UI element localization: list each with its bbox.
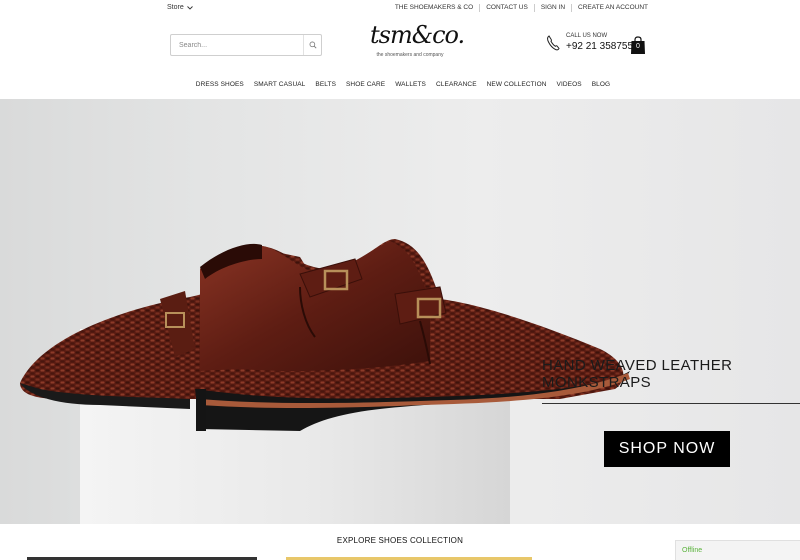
hero-title: HAND WEAVED LEATHER MONKSTRAPS [542,357,733,391]
link-shoemakers[interactable]: THE SHOEMAKERS & CO [389,4,479,12]
nav-item-dress-shoes[interactable]: DRESS SHOES [191,81,249,88]
link-contact-us[interactable]: CONTACT US [479,4,534,12]
search-box [170,34,322,56]
nav-item-videos[interactable]: VIDEOS [552,81,587,88]
logo-tagline: the shoemakers and company [376,52,444,58]
store-selector[interactable]: Store [167,4,193,11]
hero-banner[interactable]: HAND WEAVED LEATHER MONKSTRAPS SHOP NOW [0,99,800,524]
search-icon [309,41,317,49]
nav-item-clearance[interactable]: CLEARANCE [431,81,482,88]
phone-icon [547,34,560,50]
nav-item-shoe-care[interactable]: SHOE CARE [341,81,390,88]
cart-button[interactable]: 0 [630,36,646,55]
shop-now-button[interactable]: SHOP NOW [604,431,730,467]
nav-item-wallets[interactable]: WALLETS [390,81,431,88]
nav-item-belts[interactable]: BELTS [310,81,341,88]
chat-widget[interactable]: Offline [675,540,800,560]
chat-status: Offline [682,547,703,554]
nav-item-new-collection[interactable]: NEW COLLECTION [482,81,552,88]
logo-mark: tsm&co. [370,21,465,49]
main-nav: DRESS SHOES SMART CASUAL BELTS SHOE CARE… [0,81,800,88]
cart-count: 0 [636,43,640,50]
brand-logo[interactable]: tsm&co. the shoemakers and company [370,21,465,58]
hero-divider [542,403,800,404]
link-sign-in[interactable]: SIGN IN [533,4,571,12]
utility-links: THE SHOEMAKERS & CO CONTACT US SIGN IN C… [389,4,654,12]
top-utility-bar: Store THE SHOEMAKERS & CO CONTACT US SIG… [0,0,800,18]
nav-item-blog[interactable]: BLOG [587,81,615,88]
store-selector-label: Store [167,4,184,11]
nav-item-smart-casual[interactable]: SMART CASUAL [249,81,311,88]
search-input[interactable] [171,41,301,49]
link-create-account[interactable]: CREATE AN ACCOUNT [571,4,654,12]
chevron-down-icon [186,5,193,10]
search-button[interactable] [303,35,321,55]
